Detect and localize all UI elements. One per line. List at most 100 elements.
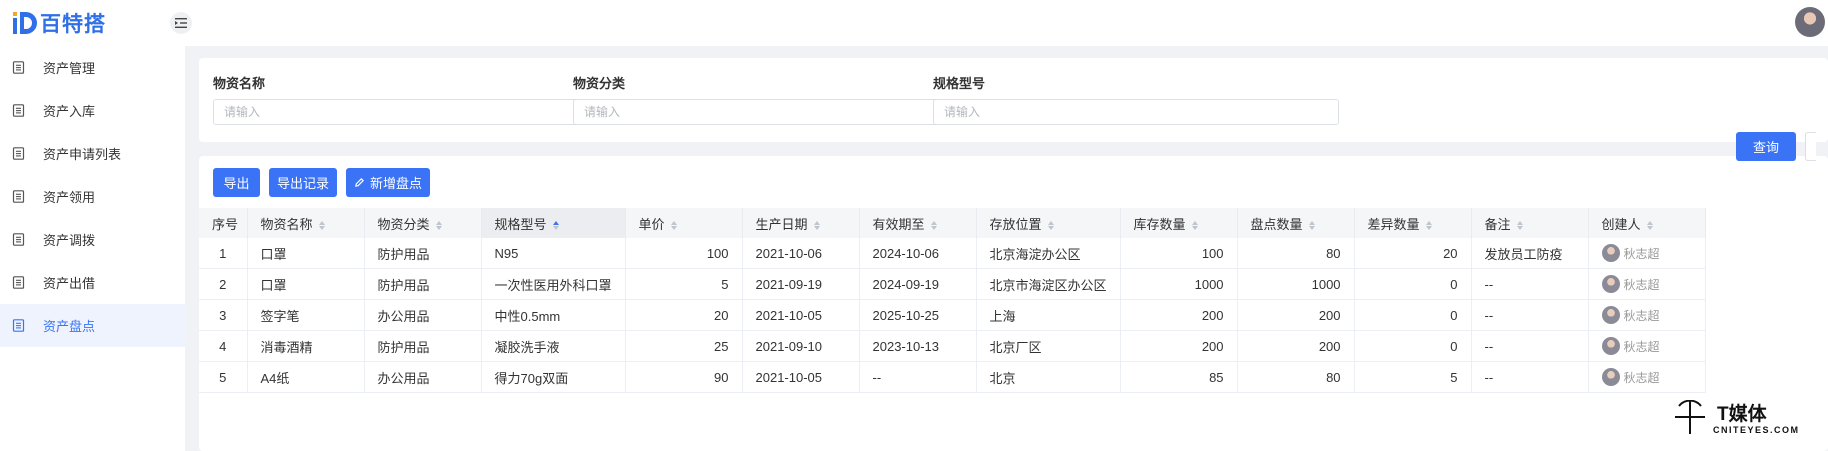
export-button[interactable]: 导出 [213, 168, 260, 197]
sort-icon[interactable] [1047, 220, 1055, 231]
column-header-label: 生产日期 [755, 216, 808, 232]
table-cell: 200 [1120, 299, 1238, 331]
table-cell: 2021-09-19 [742, 268, 860, 300]
table-cell: 消毒酒精 [247, 330, 365, 362]
filter-spec-label: 规格型号 [933, 76, 986, 91]
sidebar-item[interactable]: 资产管理 [0, 46, 185, 89]
column-header[interactable]: 存放位置 [976, 208, 1121, 238]
sort-icon[interactable] [1308, 220, 1316, 231]
table-row[interactable]: 3 签字笔 办公用品 中性0.5mm 20 2021-10-05 2025-10-25 上海 2… [199, 299, 1706, 331]
table-cell: 北京市海淀区办公区 [976, 268, 1121, 300]
table-row[interactable]: 2 口罩 防护用品 一次性医用外科口罩 5 2021-09-19 2024-09-19 北京市… [199, 268, 1706, 300]
table-cell: 2 [199, 268, 248, 300]
column-header[interactable]: 单价 [625, 208, 743, 238]
watermark-brand: T媒体 [1717, 404, 1767, 425]
table-cell: 5 [625, 268, 743, 300]
table-cell: 90 [625, 361, 743, 393]
document-icon [12, 319, 25, 332]
column-header-label: 库存数量 [1133, 216, 1186, 232]
creator-avatar [1601, 306, 1620, 324]
table-cell: 3 [199, 299, 248, 331]
sort-icon[interactable] [1646, 220, 1654, 231]
column-header[interactable]: 物资名称 [247, 208, 365, 238]
sort-icon[interactable] [552, 220, 560, 231]
creator-avatar [1601, 244, 1620, 262]
query-button[interactable]: 查询 [1736, 132, 1796, 161]
table-cell: 北京厂区 [976, 330, 1121, 362]
table-cell: 5 [1354, 361, 1472, 393]
table-cell: 北京 [976, 361, 1121, 393]
sort-icon[interactable] [1191, 220, 1199, 231]
column-header[interactable]: 规格型号 [481, 208, 626, 238]
sidebar-item[interactable]: 资产出借 [0, 261, 185, 304]
sidebar-item[interactable]: 资产调拨 [0, 218, 185, 261]
watermark: T媒体 CNITEYES.COM [1675, 398, 1825, 451]
creator-cell: 秋志超 [1588, 330, 1706, 362]
sort-icon[interactable] [930, 220, 938, 231]
table-cell: 25 [625, 330, 743, 362]
table-cell: 防护用品 [364, 268, 482, 300]
column-header[interactable]: 差异数量 [1354, 208, 1472, 238]
table-cell: 80 [1237, 361, 1355, 393]
table-cell: 20 [625, 299, 743, 331]
table-cell: -- [1471, 361, 1589, 393]
creator: 秋志超 [1601, 275, 1692, 293]
table-row[interactable]: 4 消毒酒精 防护用品 凝胶洗手液 25 2021-09-10 2023-10-13 北京厂区… [199, 330, 1706, 362]
column-header[interactable]: 库存数量 [1120, 208, 1238, 238]
creator-cell: 秋志超 [1588, 268, 1706, 300]
table-cell: 办公用品 [364, 361, 482, 393]
sidebar-item-label: 资产申请列表 [43, 147, 122, 162]
sort-icon[interactable] [1516, 220, 1524, 231]
table-cell: 2024-09-19 [859, 268, 977, 300]
table-row[interactable]: 1 口罩 防护用品 N95 100 2021-10-06 2024-10-06 北京海淀办公区… [199, 238, 1706, 269]
table-row[interactable]: 5 A4纸 办公用品 得力70g双面 90 2021-10-05 -- 北京 85 80 5 -- 秋志… [199, 361, 1706, 393]
table-cell: 0 [1354, 330, 1472, 362]
column-header[interactable]: 有效期至 [859, 208, 977, 238]
filter-spec-input[interactable] [933, 99, 1339, 125]
sidebar-menu: 资产管理 资产入库资产申请列表资产领用 资产调拨 资产出借 资产盘点 [0, 46, 185, 347]
column-header[interactable]: 盘点数量 [1237, 208, 1355, 238]
creator-avatar [1601, 368, 1620, 386]
creator-cell: 秋志超 [1588, 361, 1706, 393]
sort-icon[interactable] [435, 220, 443, 231]
column-header-label: 物资名称 [260, 216, 313, 232]
sort-icon[interactable] [813, 220, 821, 231]
document-icon [12, 147, 25, 160]
sidebar-item[interactable]: 资产领用 [0, 175, 185, 218]
table-cell: -- [1471, 330, 1589, 362]
sidebar-item[interactable]: 资产盘点 [0, 304, 185, 347]
user-avatar[interactable] [1795, 7, 1825, 37]
sidebar-item[interactable]: 资产申请列表 [0, 132, 185, 175]
menu-fold-button[interactable] [170, 12, 192, 34]
column-header[interactable]: 生产日期 [742, 208, 860, 238]
column-header-label: 物资分类 [377, 216, 430, 232]
sort-icon[interactable] [670, 220, 678, 231]
filter-category-input[interactable] [573, 99, 979, 125]
column-header[interactable]: 物资分类 [364, 208, 482, 238]
export-log-button[interactable]: 导出记录 [269, 168, 337, 197]
add-inventory-button[interactable]: 新增盘点 [346, 168, 430, 197]
logo-mark-icon [13, 12, 37, 34]
creator-name: 秋志超 [1623, 246, 1660, 261]
table-cell: 4 [199, 330, 248, 362]
table-cell: 80 [1237, 238, 1355, 269]
sort-icon[interactable] [318, 220, 326, 231]
sidebar-item[interactable]: 资产入库 [0, 89, 185, 132]
table-cell: 2023-10-13 [859, 330, 977, 362]
column-header[interactable]: 创建人 [1588, 208, 1706, 238]
table-cell: 20 [1354, 238, 1472, 269]
creator-name: 秋志超 [1623, 277, 1660, 292]
table-cell: 2024-10-06 [859, 238, 977, 269]
filter-name-input[interactable] [213, 99, 619, 125]
sort-icon[interactable] [1425, 220, 1433, 231]
creator-cell: 秋志超 [1588, 299, 1706, 331]
table-cell: 85 [1120, 361, 1238, 393]
brand-logo[interactable]: 百特搭 [12, 8, 106, 38]
table-cell: 中性0.5mm [481, 299, 626, 331]
reset-button[interactable] [1805, 132, 1816, 161]
column-header[interactable]: 备注 [1471, 208, 1589, 238]
menu-fold-icon [175, 18, 187, 28]
table-cell: 2025-10-25 [859, 299, 977, 331]
column-header-label: 差异数量 [1367, 216, 1420, 232]
table-cell: 口罩 [247, 238, 365, 269]
